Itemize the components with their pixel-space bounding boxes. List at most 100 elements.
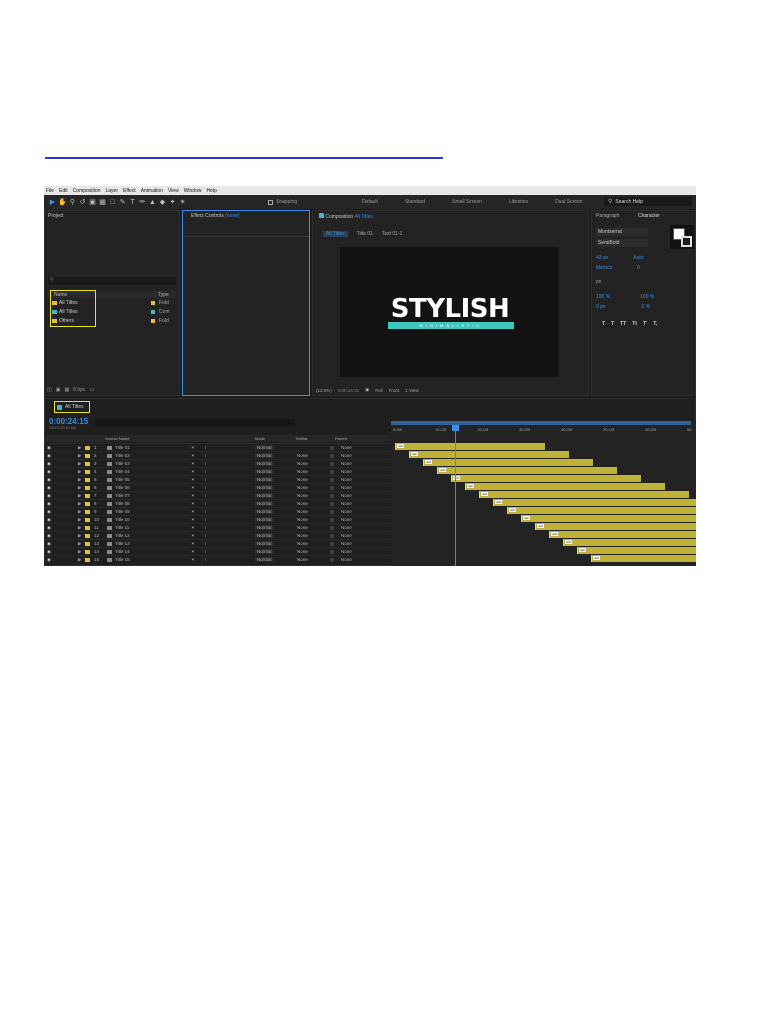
- label-color-swatch[interactable]: [85, 550, 90, 554]
- quality-switch-icon[interactable]: /: [205, 485, 206, 490]
- layer-row[interactable]: ◉ ▶ 4 Title 04 ✴ / Normal None ◎ None: [45, 467, 390, 475]
- quality-switch-icon[interactable]: /: [205, 461, 206, 466]
- layer-duration-bar[interactable]: null: [563, 539, 696, 546]
- link-underline[interactable]: [45, 157, 443, 159]
- pickwhip-icon[interactable]: ◎: [330, 557, 334, 563]
- layer-row[interactable]: ◉ ▶ 11 Title 11 ✴ / Normal None ◎ None: [45, 523, 390, 531]
- label-color-swatch[interactable]: [85, 502, 90, 506]
- search-help-box[interactable]: ⚲ Search Help: [604, 197, 692, 206]
- timeline-timecode[interactable]: 0:00:24:15: [49, 417, 88, 426]
- label-color-swatch[interactable]: [85, 470, 90, 474]
- layer-row[interactable]: ◉ ▶ 13 Title 13 ✴ / Normal None ◎ None: [45, 539, 390, 547]
- label-color-swatch[interactable]: [85, 454, 90, 458]
- breadcrumb-item[interactable]: All Titles: [323, 231, 348, 237]
- layer-trkmat[interactable]: None: [297, 525, 308, 530]
- layer-mode[interactable]: Normal: [255, 525, 274, 530]
- collapse-switch-icon[interactable]: ✴: [191, 557, 195, 563]
- layer-parent[interactable]: None: [341, 533, 352, 538]
- interpret-footage-icon[interactable]: ◫: [47, 387, 52, 393]
- breadcrumb-item[interactable]: Text 01-1: [382, 231, 403, 237]
- menu-edit[interactable]: Edit: [59, 188, 68, 194]
- menu-view[interactable]: View: [168, 188, 179, 194]
- layer-parent[interactable]: None: [341, 477, 352, 482]
- layer-duration-bar[interactable]: null: [493, 499, 696, 506]
- menu-file[interactable]: File: [46, 188, 54, 194]
- layer-name[interactable]: Title 06: [115, 485, 130, 490]
- eraser-tool-icon[interactable]: ◆: [158, 198, 167, 207]
- workspace-standard[interactable]: Standard: [405, 199, 425, 205]
- layer-duration-bar[interactable]: null: [451, 475, 641, 482]
- layer-name[interactable]: Title 12: [115, 533, 130, 538]
- roto-tool-icon[interactable]: ✦: [168, 198, 177, 207]
- label-color-swatch[interactable]: [85, 518, 90, 522]
- time-ruler[interactable]: 0:00f 10:20f 15:10f 30:00f 40:20f 20:10f 40:20…: [393, 427, 693, 435]
- layer-name[interactable]: Title 11: [115, 525, 129, 530]
- layer-trkmat[interactable]: None: [297, 461, 308, 466]
- layer-row[interactable]: ◉ ▶ 15 Title 15 ✴ / Normal None ◎ None: [45, 555, 390, 563]
- quality-switch-icon[interactable]: /: [205, 445, 206, 450]
- label-color-swatch[interactable]: [85, 542, 90, 546]
- layer-name[interactable]: Title 03: [115, 461, 130, 466]
- puppet-tool-icon[interactable]: ✶: [178, 198, 187, 207]
- type-column-header[interactable]: Type: [158, 292, 169, 298]
- trkmat-header[interactable]: TrkMat: [295, 436, 307, 441]
- layer-mode[interactable]: Normal: [255, 453, 274, 458]
- layer-trkmat[interactable]: None: [297, 477, 308, 482]
- quality-switch-icon[interactable]: /: [205, 533, 206, 538]
- project-search-input[interactable]: ⚲: [48, 277, 176, 285]
- bit-depth-label[interactable]: 8 bpc: [73, 387, 85, 393]
- layer-row[interactable]: ◉ ▶ 7 Title 07 ✴ / Normal None ◎ None: [45, 491, 390, 499]
- label-color-swatch[interactable]: [85, 558, 90, 562]
- layer-trkmat[interactable]: None: [297, 541, 308, 546]
- snapping-control[interactable]: Snapping: [268, 199, 297, 205]
- work-area-bar[interactable]: [391, 421, 691, 425]
- layer-row[interactable]: ◉ ▶ 12 Title 12 ✴ / Normal None ◎ None: [45, 531, 390, 539]
- layer-duration-bar[interactable]: null: [465, 483, 665, 490]
- menu-composition[interactable]: Composition: [73, 188, 101, 194]
- layer-parent[interactable]: None: [341, 445, 352, 450]
- trash-icon[interactable]: ▭: [89, 387, 94, 393]
- layer-mode[interactable]: Normal: [255, 549, 274, 554]
- layer-parent[interactable]: None: [341, 501, 352, 506]
- quality-switch-icon[interactable]: /: [205, 557, 206, 562]
- layer-mode[interactable]: Normal: [255, 501, 274, 506]
- layer-duration-bar[interactable]: null: [409, 451, 569, 458]
- faux-style-button[interactable]: T,: [653, 321, 657, 327]
- layer-mode[interactable]: Normal: [255, 541, 274, 546]
- layer-row[interactable]: ◉ ▶ 2 Title 02 ✴ / Normal None ◎ None: [45, 451, 390, 459]
- layer-parent[interactable]: None: [341, 517, 352, 522]
- layer-row[interactable]: ◉ ▶ 14 Title 14 ✴ / Normal None ◎ None: [45, 547, 390, 555]
- label-color-swatch[interactable]: [85, 478, 90, 482]
- expand-arrow-icon[interactable]: ▶: [78, 557, 81, 563]
- label-color-swatch[interactable]: [85, 534, 90, 538]
- quality-switch-icon[interactable]: /: [205, 469, 206, 474]
- tab-character[interactable]: Character: [638, 213, 660, 219]
- layer-mode[interactable]: Normal: [255, 509, 274, 514]
- layer-duration-bar[interactable]: null: [535, 523, 696, 530]
- quality-switch-icon[interactable]: /: [205, 549, 206, 554]
- composition-viewer[interactable]: STYLISH MINIMALISTIC: [340, 247, 559, 377]
- layer-row[interactable]: ◉ ▶ 1 Title 01 ✴ / Normal ◎ None: [45, 443, 390, 451]
- tsume-value[interactable]: 0 %: [641, 304, 650, 310]
- layer-trkmat[interactable]: None: [297, 533, 308, 538]
- fill-stroke-swatch[interactable]: [670, 225, 694, 249]
- new-folder-icon[interactable]: ▣: [56, 387, 61, 393]
- layer-row[interactable]: ◉ ▶ 9 Title 09 ✴ / Normal None ◎ None: [45, 507, 390, 515]
- rectangle-tool-icon[interactable]: □: [108, 198, 117, 207]
- kerning-value[interactable]: Metrics: [596, 265, 612, 271]
- playhead-line[interactable]: [455, 425, 456, 566]
- layer-mode[interactable]: Normal: [255, 493, 274, 498]
- quality-switch-icon[interactable]: /: [205, 493, 206, 498]
- layer-parent[interactable]: None: [341, 453, 352, 458]
- font-family-select[interactable]: Montserrat: [596, 228, 648, 236]
- quality-switch-icon[interactable]: /: [205, 453, 206, 458]
- layer-duration-bar[interactable]: null: [479, 491, 689, 498]
- faux-style-button[interactable]: TT: [620, 321, 626, 327]
- stroke-width-unit[interactable]: px: [596, 279, 601, 285]
- menu-layer[interactable]: Layer: [105, 188, 118, 194]
- quality-switch-icon[interactable]: /: [205, 541, 206, 546]
- pan-behind-tool-icon[interactable]: ▦: [98, 198, 107, 207]
- layer-parent[interactable]: None: [341, 469, 352, 474]
- brush-tool-icon[interactable]: ✏: [138, 198, 147, 207]
- layer-parent[interactable]: None: [341, 557, 352, 562]
